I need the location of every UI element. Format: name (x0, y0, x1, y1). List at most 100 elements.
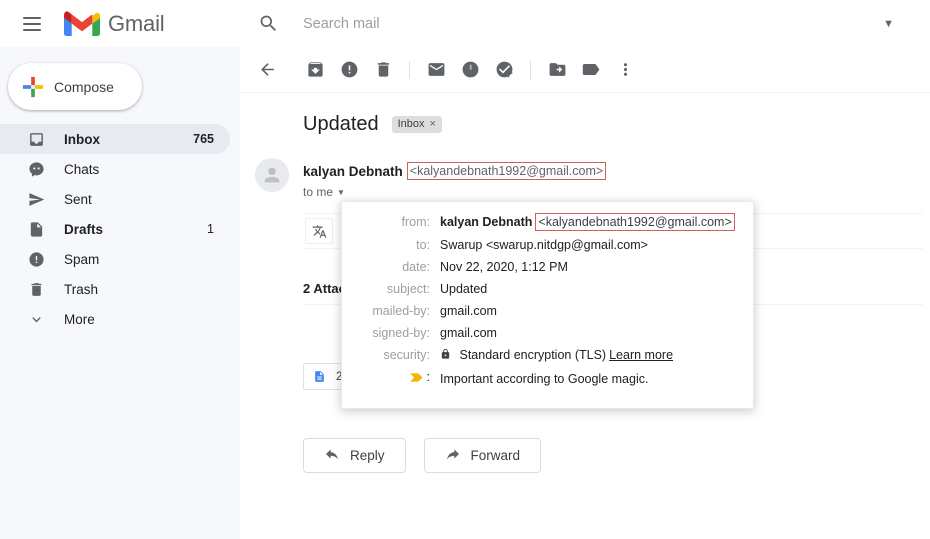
details-from-email-highlight: <kalyandebnath1992@gmail.com> (535, 213, 735, 231)
details-value: kalyan Debnath <kalyandebnath1992@gmail.c… (440, 213, 735, 231)
sender-email-highlight: <kalyandebnath1992@gmail.com> (406, 162, 607, 180)
avatar[interactable] (255, 158, 289, 192)
details-value: Standard encryption (TLS) Learn more (440, 347, 673, 363)
search-bar: ▼ (240, 0, 930, 47)
draft-icon (26, 219, 46, 239)
sidebar-item-trash[interactable]: Trash (0, 274, 230, 304)
sidebar-item-sent[interactable]: Sent (0, 184, 230, 214)
sidebar-item-spam[interactable]: Spam (0, 244, 230, 274)
label-chip-text: Inbox (397, 118, 425, 130)
compose-button[interactable]: Compose (8, 63, 142, 110)
sidebar-item-drafts[interactable]: Drafts 1 (0, 214, 230, 244)
search-input[interactable] (301, 14, 884, 33)
sidebar-item-label: Chats (64, 161, 100, 177)
message-actions: Reply Forward (303, 438, 906, 473)
security-text: Standard encryption (TLS) (459, 348, 607, 362)
details-value: Updated (440, 282, 488, 296)
details-label: date: (402, 260, 430, 274)
sidebar-nav: Inbox 765 Chats Sent Drafts 1 Spam Trash… (0, 124, 240, 334)
main-menu-icon[interactable] (12, 4, 52, 44)
details-row-signed-by: signed-by: gmail.com (342, 325, 753, 341)
details-value: gmail.com (440, 304, 497, 318)
brand-name: Gmail (108, 10, 165, 36)
sender-line: kalyan Debnath <kalyandebnath1992@gmail.… (303, 162, 906, 180)
details-label: signed-by: (372, 326, 430, 340)
details-from-name: kalyan Debnath (440, 215, 533, 229)
archive-button[interactable] (298, 53, 332, 87)
snooze-button[interactable] (453, 53, 487, 87)
inbox-count: 765 (193, 132, 214, 146)
sidebar-item-chats[interactable]: Chats (0, 154, 230, 184)
sidebar-item-inbox[interactable]: Inbox 765 (0, 124, 230, 154)
recipient-text: to me (303, 185, 334, 199)
reply-arrow-icon (324, 446, 340, 465)
sidebar-item-more[interactable]: More (0, 304, 230, 334)
translate-icon[interactable] (305, 218, 333, 244)
details-label: security: (383, 348, 430, 362)
details-row-importance: : Important according to Google magic. (342, 369, 753, 387)
spam-icon (26, 249, 46, 269)
details-value: gmail.com (440, 326, 497, 340)
sidebar-item-label: More (64, 311, 95, 327)
importance-text: Important according to Google magic. (440, 371, 649, 386)
details-row-from: from: kalyan Debnath <kalyandebnath1992@g… (342, 213, 753, 231)
back-button[interactable] (250, 53, 284, 87)
sidebar-item-label: Sent (64, 191, 92, 207)
add-to-tasks-button[interactable] (487, 53, 521, 87)
details-label: to: (416, 238, 430, 252)
search-options-icon[interactable]: ▼ (883, 18, 894, 30)
gmail-app: Gmail ▼ Compose (0, 0, 930, 539)
labels-button[interactable] (574, 53, 608, 87)
learn-more-link[interactable]: Learn more (609, 348, 673, 362)
label-chip-inbox[interactable]: Inbox × (391, 116, 442, 133)
report-spam-button[interactable] (332, 53, 366, 87)
sidebar-item-label: Inbox (64, 131, 100, 147)
brand[interactable]: Gmail (64, 10, 165, 38)
delete-button[interactable] (366, 53, 400, 87)
close-icon[interactable]: × (430, 118, 436, 130)
recipient-summary[interactable]: to me ▼ (303, 185, 906, 199)
sidebar-item-label: Trash (64, 281, 99, 297)
subject-row: Updated Inbox × (303, 113, 906, 136)
details-row-date: date: Nov 22, 2020, 1:12 PM (342, 259, 753, 275)
reply-label: Reply (350, 448, 385, 463)
forward-label: Forward (470, 448, 521, 463)
send-icon (26, 189, 46, 209)
trash-icon (26, 279, 46, 299)
toolbar-divider (530, 60, 531, 79)
compose-label: Compose (54, 78, 114, 95)
sender-block: kalyan Debnath <kalyandebnath1992@gmail.… (255, 158, 906, 199)
more-options-button[interactable] (608, 53, 642, 87)
lock-icon (440, 348, 454, 362)
details-value: Swarup <swarup.nitdgp@gmail.com> (440, 238, 648, 252)
chevron-down-icon[interactable]: ▼ (337, 188, 345, 197)
top-bar: Gmail ▼ (0, 0, 930, 47)
details-row-subject: subject: Updated (342, 281, 753, 297)
gmail-logo-icon (64, 10, 100, 36)
sidebar-item-label: Drafts (64, 221, 104, 237)
message-details-popup: from: kalyan Debnath <kalyandebnath1992@g… (341, 201, 754, 409)
text-document-icon (313, 369, 326, 384)
sender-name: kalyan Debnath (303, 163, 403, 179)
search-icon[interactable] (258, 13, 279, 34)
details-row-security: security: Standard encryption (TLS) Learn… (342, 347, 753, 363)
details-row-to: to: Swarup <swarup.nitdgp@gmail.com> (342, 237, 753, 253)
person-icon (264, 167, 280, 183)
sidebar-item-label: Spam (64, 251, 100, 267)
mark-unread-button[interactable] (419, 53, 453, 87)
message-toolbar (240, 47, 930, 93)
forward-arrow-icon (445, 446, 461, 465)
details-label: mailed-by: (372, 304, 430, 318)
move-to-button[interactable] (540, 53, 574, 87)
forward-button[interactable]: Forward (423, 438, 542, 473)
importance-marker-icon[interactable]: : (342, 369, 440, 385)
chat-icon (26, 159, 46, 179)
drafts-count: 1 (207, 222, 214, 236)
details-value: Nov 22, 2020, 1:12 PM (440, 260, 568, 274)
details-label: subject: (386, 282, 430, 296)
reply-button[interactable]: Reply (303, 438, 406, 473)
sidebar: Compose Inbox 765 Chats Sent Drafts 1 Sp… (0, 47, 240, 539)
plus-icon (22, 76, 44, 97)
details-row-mailed-by: mailed-by: gmail.com (342, 303, 753, 319)
toolbar-divider (409, 60, 410, 79)
